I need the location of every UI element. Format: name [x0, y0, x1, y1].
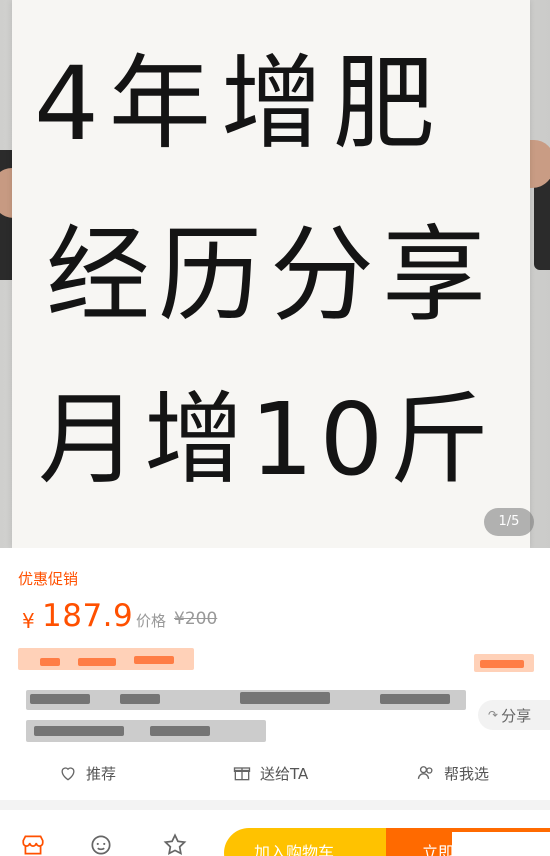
star-icon[interactable] [162, 832, 188, 856]
share-icon: ↷ [488, 708, 499, 722]
service-icon[interactable] [88, 832, 114, 856]
current-price: 187.9 [42, 598, 134, 634]
share-button[interactable]: ↷ 分享 [478, 700, 550, 730]
sign-line-3: 月增10斤 [38, 381, 496, 498]
help-choose-button[interactable]: 帮我选 [416, 752, 489, 794]
people-icon [417, 766, 433, 779]
gift-label: 送给TA [260, 764, 309, 783]
redacted-block [30, 694, 90, 704]
original-price-label: 价格 [136, 612, 167, 630]
redacted-block [34, 726, 124, 736]
sign-paper: 4年增肥 经历分享 月增10斤 [12, 0, 530, 548]
redacted-block [134, 656, 174, 664]
redacted-block [380, 694, 450, 704]
promo-tag: 优惠促销 [18, 570, 79, 588]
screenshot-crop-patch [452, 832, 550, 856]
price-currency: ¥ [22, 609, 35, 633]
recommend-label: 推荐 [86, 764, 117, 783]
heart-icon [61, 767, 75, 781]
product-image-carousel[interactable]: 4年增肥 经历分享 月增10斤 1/5 [0, 0, 550, 548]
gift-icon [233, 767, 251, 781]
redacted-block [40, 658, 60, 666]
section-divider [0, 800, 550, 810]
store-icon[interactable] [20, 832, 46, 856]
redacted-block [240, 692, 330, 704]
help-choose-label: 帮我选 [444, 764, 490, 783]
recommend-button[interactable]: 推荐 [58, 752, 116, 794]
image-counter: 1/5 [484, 508, 534, 536]
price-section: 优惠促销 ¥ 187.9 价格 ¥200 [0, 548, 550, 640]
product-title-redacted [0, 640, 550, 752]
share-label: 分享 [501, 706, 532, 725]
original-price: ¥200 [174, 609, 218, 629]
sign-line-1: 4年增肥 [34, 45, 445, 164]
redacted-block [480, 660, 524, 668]
add-to-cart-button[interactable]: 加入购物车 [224, 828, 386, 856]
redacted-block [150, 726, 210, 736]
sign-line-2: 经历分享 [46, 214, 495, 336]
gift-button[interactable]: 送给TA [232, 752, 308, 794]
redacted-block [120, 694, 160, 704]
action-row: 推荐 送给TA 帮我选 [0, 752, 550, 794]
redacted-block [78, 658, 116, 666]
